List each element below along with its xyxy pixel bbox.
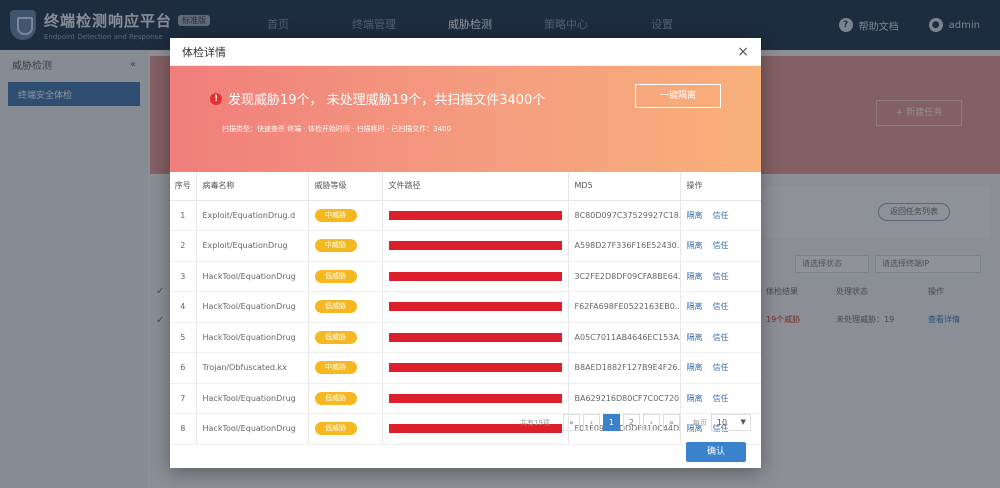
isolate-link[interactable]: 隔离 bbox=[687, 394, 703, 403]
total-count: 共有19项 bbox=[520, 418, 550, 427]
isolate-link[interactable]: 隔离 bbox=[687, 302, 703, 311]
md5-value: 8C80D097C37529927C18... bbox=[567, 200, 680, 231]
md5-value: F62FA698FE0522163EB0... bbox=[567, 291, 680, 323]
row-index: 1 bbox=[170, 200, 196, 231]
md5-value: B8AED1882F127B9E4F26... bbox=[567, 352, 680, 384]
checkup-details-dialog: 体检详情 × ! 发现威胁19个， 未处理威胁19个，共扫描文件3400个 扫描… bbox=[170, 38, 761, 468]
table-row: 3 HackTool/EquationDrug 低威胁 3C2FE2D8DF09CFA… bbox=[170, 261, 761, 292]
redacted-file-path bbox=[388, 332, 562, 342]
virus-name: HackTool/EquationDrug bbox=[195, 413, 308, 445]
md5-value: BA629216D80CF7C0C720... bbox=[567, 383, 680, 414]
redacted-file-path bbox=[388, 363, 562, 373]
page-2-button[interactable]: 2 bbox=[622, 414, 640, 431]
summary-subtext: 扫描类型：快速查杀 终端 · 体检开始时间 · 扫描耗时 · 已扫描文件：340… bbox=[222, 125, 452, 133]
col-virus-name: 病毒名称 bbox=[195, 172, 308, 201]
virus-name: Trojan/Obfuscated.kx bbox=[195, 352, 308, 384]
isolate-link[interactable]: 隔离 bbox=[687, 363, 703, 372]
next-page-button[interactable]: › bbox=[642, 414, 660, 431]
per-page-select[interactable]: 10 ▼ bbox=[710, 414, 751, 431]
threat-level-badge: 低威胁 bbox=[314, 391, 357, 405]
table-row: 5 HackTool/EquationDrug 低威胁 A05C7011AB4646E… bbox=[170, 322, 761, 353]
col-file-path: 文件路径 bbox=[381, 172, 568, 201]
redacted-file-path bbox=[388, 302, 562, 312]
trust-link[interactable]: 信任 bbox=[713, 394, 729, 403]
virus-name: HackTool/EquationDrug bbox=[195, 322, 308, 353]
virus-name: Exploit/EquationDrug bbox=[195, 230, 308, 262]
threat-level-badge: 低威胁 bbox=[314, 330, 357, 344]
threat-table: 序号 病毒名称 威胁等级 文件路径 MD5 操作 1 Exploit/Equati… bbox=[170, 172, 761, 445]
pagination: 共有19项 « ‹ 1 2 › » 每页 10 ▼ bbox=[520, 414, 751, 431]
threat-level-badge: 中威胁 bbox=[314, 208, 357, 222]
first-page-button[interactable]: « bbox=[562, 414, 580, 431]
threat-summary-banner: ! 发现威胁19个， 未处理威胁19个，共扫描文件3400个 扫描类型：快速查杀… bbox=[170, 66, 761, 172]
page-1-button[interactable]: 1 bbox=[602, 414, 620, 431]
threat-level-badge: 中威胁 bbox=[314, 239, 357, 253]
per-page-value: 10 bbox=[716, 418, 728, 427]
isolate-link[interactable]: 隔离 bbox=[687, 211, 703, 220]
isolate-link[interactable]: 隔离 bbox=[687, 241, 703, 250]
summary-text: 发现威胁19个， 未处理威胁19个，共扫描文件3400个 bbox=[228, 93, 546, 108]
trust-link[interactable]: 信任 bbox=[713, 363, 729, 372]
virus-name: HackTool/EquationDrug bbox=[195, 383, 308, 414]
md5-value: A598D27F336F16E52430... bbox=[567, 230, 680, 262]
per-page-label: 每页 bbox=[692, 418, 707, 427]
trust-link[interactable]: 信任 bbox=[713, 211, 729, 220]
last-page-button[interactable]: » bbox=[662, 414, 680, 431]
prev-page-button[interactable]: ‹ bbox=[582, 414, 600, 431]
col-index: 序号 bbox=[170, 172, 196, 201]
redacted-file-path bbox=[388, 393, 562, 403]
table-row: 7 HackTool/EquationDrug 低威胁 BA629216D80CF7C… bbox=[170, 383, 761, 414]
trust-link[interactable]: 信任 bbox=[713, 241, 729, 250]
row-index: 4 bbox=[170, 291, 196, 323]
isolate-link[interactable]: 隔离 bbox=[687, 333, 703, 342]
isolate-all-button[interactable]: 一键隔离 bbox=[635, 84, 721, 108]
row-index: 8 bbox=[170, 413, 196, 445]
isolate-link[interactable]: 隔离 bbox=[687, 272, 703, 281]
virus-name: HackTool/EquationDrug bbox=[195, 261, 308, 292]
virus-name: HackTool/EquationDrug bbox=[195, 291, 308, 323]
caret-down-icon: ▼ bbox=[740, 418, 746, 426]
col-threat-level: 威胁等级 bbox=[307, 172, 382, 201]
confirm-button[interactable]: 确认 bbox=[686, 442, 746, 462]
virus-name: Exploit/EquationDrug.d bbox=[195, 200, 308, 231]
table-row: 4 HackTool/EquationDrug 低威胁 F62FA698FE05221… bbox=[170, 291, 761, 323]
dialog-header: 体检详情 × bbox=[170, 38, 761, 66]
col-actions: 操作 bbox=[679, 172, 761, 201]
threat-level-badge: 中威胁 bbox=[314, 361, 357, 375]
redacted-file-path bbox=[388, 271, 562, 281]
col-md5: MD5 bbox=[567, 172, 680, 201]
dialog-title: 体检详情 bbox=[182, 45, 226, 59]
threat-level-badge: 低威胁 bbox=[314, 269, 357, 283]
threat-level-badge: 低威胁 bbox=[314, 422, 357, 436]
threat-level-badge: 低威胁 bbox=[314, 300, 357, 314]
table-row: 2 Exploit/EquationDrug 中威胁 A598D27F336F16E5… bbox=[170, 230, 761, 262]
row-index: 2 bbox=[170, 230, 196, 262]
table-row: 1 Exploit/EquationDrug.d 中威胁 8C80D097C37529… bbox=[170, 200, 761, 231]
table-header-row: 序号 病毒名称 威胁等级 文件路径 MD5 操作 bbox=[170, 172, 761, 201]
row-index: 7 bbox=[170, 383, 196, 414]
md5-value: 3C2FE2D8DF09CFA8BE64... bbox=[567, 261, 680, 292]
trust-link[interactable]: 信任 bbox=[713, 333, 729, 342]
threat-table-body: 1 Exploit/EquationDrug.d 中威胁 8C80D097C37529… bbox=[170, 200, 761, 445]
close-icon[interactable]: × bbox=[737, 44, 749, 60]
trust-link[interactable]: 信任 bbox=[713, 272, 729, 281]
table-row: 6 Trojan/Obfuscated.kx 中威胁 B8AED1882F127B9E… bbox=[170, 352, 761, 384]
row-index: 6 bbox=[170, 352, 196, 384]
redacted-file-path bbox=[388, 241, 562, 251]
row-index: 5 bbox=[170, 322, 196, 353]
row-index: 3 bbox=[170, 261, 196, 292]
alert-icon: ! bbox=[210, 92, 222, 105]
trust-link[interactable]: 信任 bbox=[713, 302, 729, 311]
redacted-file-path bbox=[388, 210, 562, 220]
md5-value: A05C7011AB4646EC153A... bbox=[567, 322, 680, 353]
